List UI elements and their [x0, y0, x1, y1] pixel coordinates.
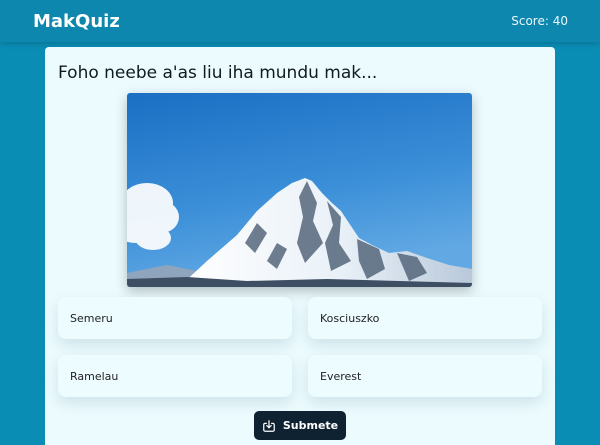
brand-logo[interactable]: MakQuiz	[33, 11, 120, 32]
top-bar: MakQuiz Score: 40	[0, 0, 600, 42]
mountain-image	[127, 93, 472, 287]
quiz-card: Foho neebe a'as liu iha mundu mak... Sem…	[45, 47, 555, 445]
answer-option-everest[interactable]: Everest	[308, 355, 542, 397]
answer-option-semeru[interactable]: Semeru	[58, 297, 292, 339]
submit-label: Submete	[282, 419, 339, 432]
question-text: Foho neebe a'as liu iha mundu mak...	[58, 63, 378, 83]
answer-option-kosciuszko[interactable]: Kosciuszko	[308, 297, 542, 339]
submit-button[interactable]: Submete	[254, 411, 346, 440]
answer-option-ramelau[interactable]: Ramelau	[58, 355, 292, 397]
download-tray-icon	[262, 419, 276, 433]
score-display: Score: 40	[511, 14, 568, 28]
